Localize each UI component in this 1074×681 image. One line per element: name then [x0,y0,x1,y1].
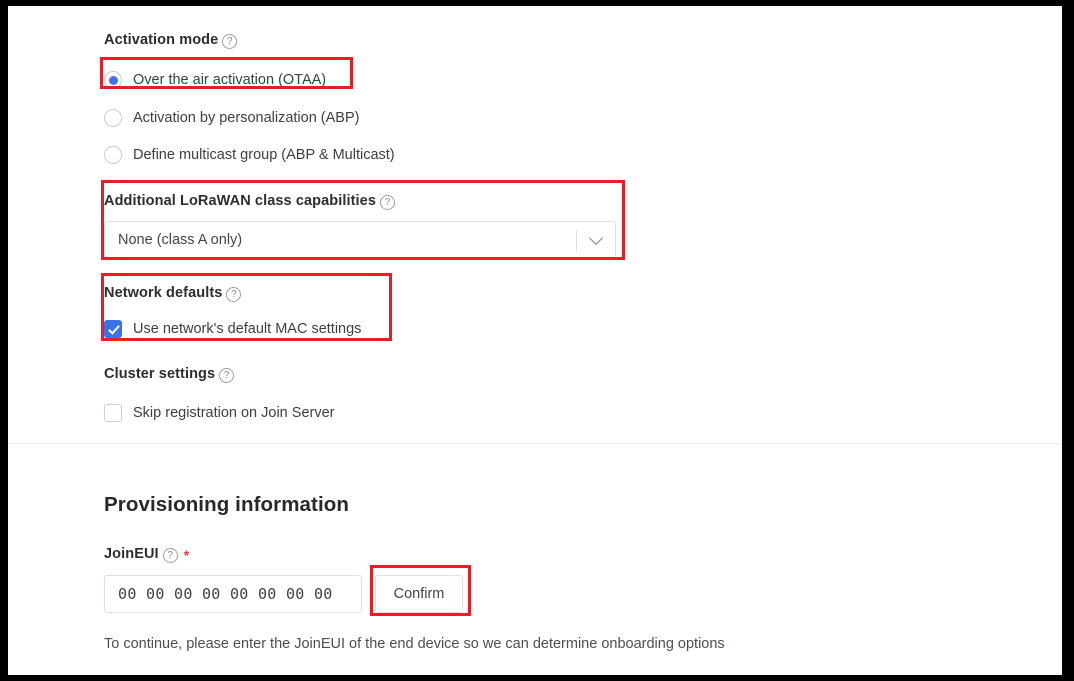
class-capabilities-select[interactable]: None (class A only) [104,221,616,259]
section-divider [8,443,1062,444]
joineui-label: JoinEUI * [104,546,1044,564]
activation-option-abp[interactable]: Activation by personalization (ABP) [104,103,1044,133]
joineui-input[interactable]: 00 00 00 00 00 00 00 00 [104,575,362,613]
radio-abp[interactable] [104,109,122,127]
cluster-settings-label-text: Cluster settings [104,366,216,382]
help-circle-icon[interactable] [222,34,238,50]
checkbox-use-network-defaults-label: Use network's default MAC settings [133,321,362,337]
network-defaults-checkbox-row[interactable]: Use network's default MAC settings [104,315,1044,343]
radio-multicast[interactable] [104,146,122,164]
checkbox-skip-join-server[interactable] [104,404,122,422]
activation-mode-group: Activation mode [104,32,1044,50]
help-circle-icon[interactable] [226,287,242,303]
activation-option-otaa[interactable]: Over the air activation (OTAA) [104,65,1044,95]
class-capabilities-selected-value: None (class A only) [118,232,243,248]
provisioning-section-heading: Provisioning information [104,493,1044,517]
network-defaults-label-text: Network defaults [104,285,223,301]
radio-otaa-label: Over the air activation (OTAA) [133,72,327,88]
provisioning-title: Provisioning information [104,493,349,516]
joineui-hint-row: To continue, please enter the JoinEUI of… [104,636,1044,652]
joineui-label-text: JoinEUI [104,546,159,562]
activation-option-multicast[interactable]: Define multicast group (ABP & Multicast) [104,140,1044,170]
radio-otaa[interactable] [104,71,122,89]
network-defaults-group: Network defaults [104,285,1044,303]
checkbox-use-network-defaults[interactable] [104,320,122,338]
chevron-down-icon[interactable] [577,222,615,258]
activation-mode-label-text: Activation mode [104,32,219,48]
radio-multicast-label: Define multicast group (ABP & Multicast) [133,147,395,163]
joineui-hint: To continue, please enter the JoinEUI of… [104,636,725,652]
network-defaults-label: Network defaults [104,285,1044,303]
checkbox-skip-join-server-label: Skip registration on Join Server [133,405,335,421]
joineui-input-row: 00 00 00 00 00 00 00 00 Confirm [104,575,1044,613]
activation-mode-label: Activation mode [104,32,1044,50]
cluster-settings-label: Cluster settings [104,366,1044,384]
cluster-settings-group: Cluster settings [104,366,1044,384]
help-circle-icon[interactable] [380,195,396,211]
help-circle-icon[interactable] [219,368,235,384]
screenshot-frame: Activation mode Over the air activation … [0,0,1074,681]
class-capabilities-group: Additional LoRaWAN class capabilities [104,193,1044,211]
joineui-label-row: JoinEUI * [104,546,1044,564]
help-circle-icon[interactable] [162,548,178,564]
confirm-button[interactable]: Confirm [375,575,463,613]
class-capabilities-select-wrap: None (class A only) [104,221,1044,259]
required-marker: * [183,546,190,563]
radio-abp-label: Activation by personalization (ABP) [133,110,360,126]
cluster-settings-checkbox-row[interactable]: Skip registration on Join Server [104,399,1044,427]
class-capabilities-label-text: Additional LoRaWAN class capabilities [104,193,377,209]
class-capabilities-label: Additional LoRaWAN class capabilities [104,193,1044,211]
settings-page: Activation mode Over the air activation … [8,6,1062,675]
